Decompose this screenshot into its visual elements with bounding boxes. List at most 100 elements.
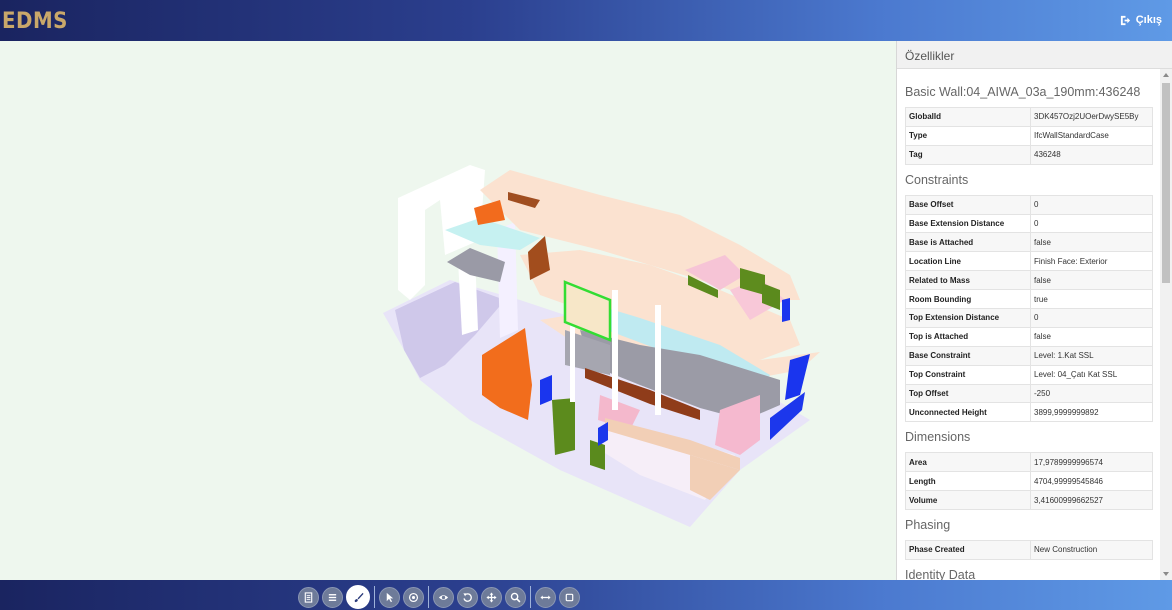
- property-key: Related to Mass: [905, 270, 1031, 291]
- blue-wall-5: [782, 298, 790, 322]
- property-row: Base is Attached false: [905, 232, 1153, 253]
- rotate-icon-button[interactable]: [457, 586, 478, 608]
- properties-table: Area 17,9789999996574 Length 4704,999995458…: [905, 452, 1153, 511]
- property-value: 17,9789999996574: [1030, 452, 1153, 473]
- section-title: Phasing: [905, 518, 951, 533]
- paint-brush-icon: [354, 592, 364, 602]
- green-wall-5: [590, 440, 605, 470]
- brush-icon-button[interactable]: [346, 585, 370, 609]
- target-icon-button[interactable]: [403, 586, 424, 608]
- brand-logo[interactable]: EDMS: [2, 9, 68, 34]
- view-icon-button[interactable]: [433, 586, 454, 608]
- toolbar-separator: [374, 586, 375, 608]
- blue-wall-3: [540, 375, 552, 405]
- section-title: Identity Data: [905, 567, 976, 580]
- property-key: Base Offset: [905, 194, 1031, 215]
- property-value: false: [1030, 326, 1153, 347]
- property-key: Length: [905, 471, 1031, 492]
- scroll-up-icon[interactable]: [1163, 73, 1169, 77]
- target-icon: [408, 592, 419, 602]
- move-icon: [486, 591, 497, 603]
- property-row: Volume 3,41600999662527: [905, 490, 1153, 511]
- property-value: Level: 04_Çatı Kat SSL: [1030, 364, 1153, 385]
- property-row: Unconnected Height 3899,9999999892: [905, 402, 1153, 423]
- property-row: Type IfcWallStandardCase: [905, 125, 1153, 146]
- logout-button[interactable]: Çıkış: [1120, 14, 1162, 26]
- list-icon: [328, 593, 337, 601]
- gray-slab-1: [447, 248, 505, 282]
- property-value: true: [1030, 289, 1153, 310]
- toolbar-separator: [530, 586, 531, 608]
- property-key: Tag: [905, 144, 1031, 165]
- identity-table: GlobalId 3DK457Ozj2UOerDwySE5By Type IfcWal…: [905, 107, 1153, 165]
- zoom-icon-button[interactable]: [505, 586, 526, 608]
- property-value: Level: 1.Kat SSL: [1030, 345, 1153, 366]
- property-value: 4704,99999545846: [1030, 471, 1153, 492]
- property-row: Base Constraint Level: 1.Kat SSL: [905, 345, 1153, 366]
- property-key: Top Constraint: [905, 364, 1031, 385]
- 3d-model-viewer[interactable]: [0, 41, 896, 580]
- property-value: 0: [1030, 308, 1153, 328]
- square-icon: [565, 593, 574, 601]
- property-key: Top Offset: [905, 383, 1031, 404]
- column-1: [612, 290, 618, 410]
- property-key: Type: [905, 125, 1031, 146]
- properties-panel-body[interactable]: Basic Wall:04_AIWA_03a_190mm:436248 Glob…: [897, 69, 1161, 580]
- property-value: 3,41600999662527: [1030, 490, 1153, 511]
- green-wall-1: [552, 398, 575, 455]
- properties-panel: Özellikler Basic Wall:04_AIWA_03a_190mm:…: [896, 41, 1172, 580]
- select-icon-button[interactable]: [379, 586, 400, 608]
- property-row: Area 17,9789999996574: [905, 452, 1153, 473]
- property-value: false: [1030, 270, 1153, 291]
- cursor-icon: [386, 592, 394, 602]
- menu-icon-button[interactable]: [322, 586, 343, 608]
- property-value: 0: [1030, 194, 1153, 215]
- scroll-thumb[interactable]: [1162, 83, 1170, 283]
- column-2: [655, 305, 661, 415]
- building-model[interactable]: [0, 41, 896, 580]
- property-key: GlobalId: [905, 107, 1031, 127]
- property-value: -250: [1030, 383, 1153, 404]
- property-key: Top Extension Distance: [905, 308, 1031, 328]
- pan-icon-button[interactable]: [481, 586, 502, 608]
- property-row: Location Line Finish Face: Exterior: [905, 251, 1153, 272]
- sign-out-icon: [1120, 15, 1130, 25]
- search-icon: [510, 592, 521, 602]
- property-value: New Construction: [1030, 540, 1153, 560]
- property-row: Top is Attached false: [905, 326, 1153, 347]
- property-value: 3899,9999999892: [1030, 402, 1153, 423]
- document-icon-button[interactable]: [298, 586, 319, 608]
- section-title: Dimensions: [905, 430, 971, 445]
- top-navbar: EDMS Çıkış: [0, 0, 1172, 41]
- property-row: GlobalId 3DK457Ozj2UOerDwySE5By: [905, 107, 1153, 127]
- properties-table: Phase Created New Construction: [905, 540, 1153, 560]
- eye-icon: [438, 594, 449, 600]
- property-key: Base Extension Distance: [905, 213, 1031, 234]
- panel-scrollbar[interactable]: [1160, 69, 1172, 580]
- property-row: Top Offset -250: [905, 383, 1153, 404]
- property-key: Location Line: [905, 251, 1031, 272]
- property-row: Tag 436248: [905, 144, 1153, 165]
- property-value: 436248: [1030, 144, 1153, 165]
- panel-header: Özellikler: [897, 41, 1172, 69]
- property-row: Length 4704,99999545846: [905, 471, 1153, 492]
- scroll-down-icon[interactable]: [1163, 572, 1169, 576]
- property-value: 0: [1030, 213, 1153, 234]
- fit-icon-button[interactable]: [559, 586, 580, 608]
- element-title: Basic Wall:04_AIWA_03a_190mm:436248: [905, 85, 1141, 99]
- property-value: false: [1030, 232, 1153, 253]
- bottom-toolbar-bar: [0, 580, 1172, 610]
- property-key: Area: [905, 452, 1031, 473]
- property-value: Finish Face: Exterior: [1030, 251, 1153, 272]
- property-key: Top is Attached: [905, 326, 1031, 347]
- toolbar-separator: [428, 586, 429, 608]
- document-icon: [304, 591, 313, 603]
- property-row: Phase Created New Construction: [905, 540, 1153, 560]
- property-row: Top Constraint Level: 04_Çatı Kat SSL: [905, 364, 1153, 385]
- property-key: Phase Created: [905, 540, 1031, 560]
- property-key: Volume: [905, 490, 1031, 511]
- measure-icon-button[interactable]: [535, 586, 556, 608]
- property-row: Base Offset 0: [905, 194, 1153, 215]
- property-key: Base Constraint: [905, 345, 1031, 366]
- property-row: Related to Mass false: [905, 270, 1153, 291]
